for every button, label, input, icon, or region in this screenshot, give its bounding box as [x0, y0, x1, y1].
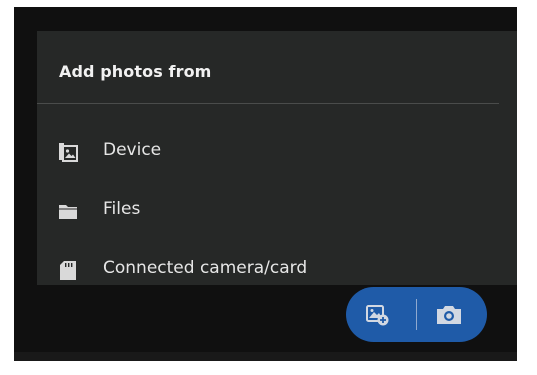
device-gallery-icon	[59, 143, 78, 162]
camera-icon[interactable]	[434, 301, 464, 329]
app-screen: Add photos from Device Files Connected c…	[14, 7, 517, 361]
menu-divider	[37, 103, 499, 104]
menu-item-files[interactable]: Files	[37, 186, 517, 234]
fab-separator	[416, 299, 417, 330]
menu-item-files-label: Files	[103, 199, 141, 219]
menu-item-device-label: Device	[103, 140, 162, 160]
folder-icon	[59, 205, 77, 219]
menu-title: Add photos from	[59, 62, 212, 81]
add-photo-icon[interactable]	[364, 301, 392, 329]
menu-item-device[interactable]: Device	[37, 127, 517, 175]
add-photos-menu: Add photos from Device Files Connected c…	[37, 31, 517, 285]
bottom-bar	[14, 352, 517, 361]
menu-item-connected-camera-card-label: Connected camera/card	[103, 258, 308, 278]
menu-item-connected-camera-card[interactable]: Connected camera/card	[37, 245, 517, 293]
sd-card-icon	[60, 261, 76, 280]
add-photos-fab	[346, 287, 487, 342]
